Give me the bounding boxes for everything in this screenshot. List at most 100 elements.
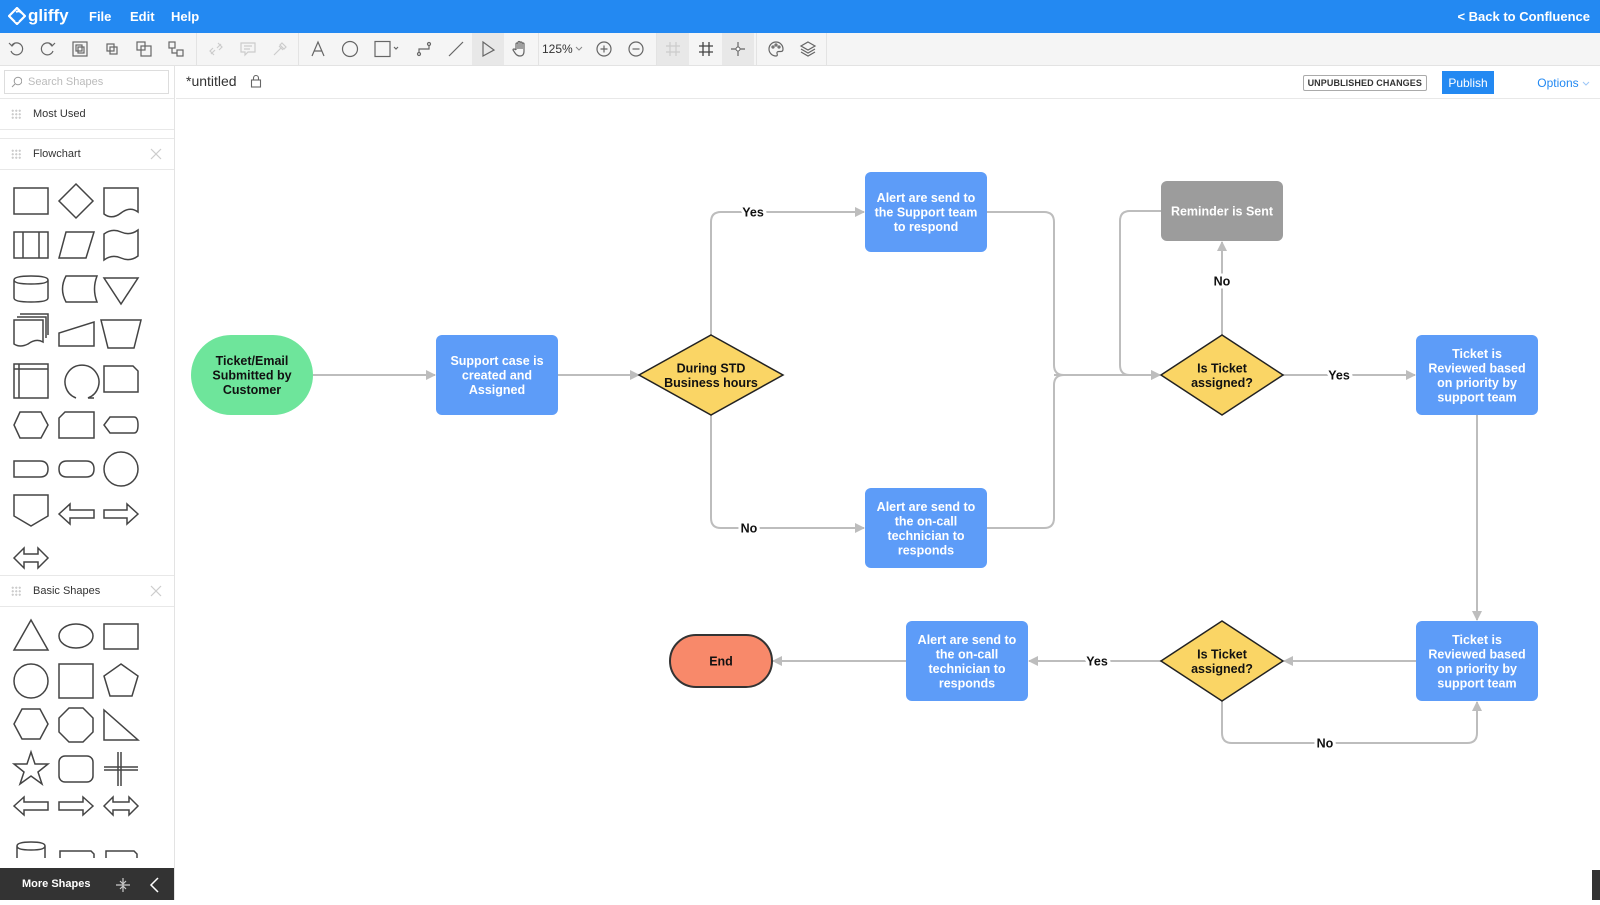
shape-cylinder[interactable]	[16, 841, 46, 858]
shape-triangle[interactable]	[12, 618, 50, 651]
comment-button[interactable]	[232, 33, 264, 65]
search-shapes-field[interactable]	[4, 70, 169, 94]
rectangle-tool-button[interactable]	[368, 33, 408, 65]
shape-multiple-documents[interactable]	[13, 313, 49, 347]
drag-handle-icon[interactable]	[11, 149, 21, 159]
options-menu[interactable]: Options	[1537, 76, 1590, 90]
group-button[interactable]	[64, 33, 96, 65]
back-to-confluence-link[interactable]: < Back to Confluence	[1457, 9, 1590, 24]
flowchart-diagram[interactable]: Yes No No Yes Yes No Ticket/EmailSubmitted by…	[176, 100, 1600, 900]
zoom-out-button[interactable]	[620, 33, 652, 65]
snap-to-grid-button[interactable]	[657, 33, 689, 65]
shape-sequential-data[interactable]	[64, 364, 100, 399]
show-grid-button[interactable]	[690, 33, 722, 65]
shape-rounded-rectangle[interactable]	[58, 755, 94, 783]
shape-decision[interactable]	[57, 182, 95, 220]
collapse-sidebar-icon[interactable]	[148, 876, 162, 894]
collapse-all-icon[interactable]	[114, 876, 132, 894]
shape-manual-input[interactable]	[58, 320, 95, 347]
edge-hours-yes[interactable]	[710, 207, 865, 335]
shape-pentagon[interactable]	[103, 663, 139, 697]
shape-right-arrow[interactable]	[103, 502, 140, 526]
undo-button[interactable]	[0, 33, 32, 65]
diagram-canvas[interactable]: Yes No No Yes Yes No Ticket/Email Submitted by…	[176, 100, 1600, 900]
send-backward-button[interactable]	[128, 33, 160, 65]
shape-partial[interactable]	[105, 850, 138, 858]
shape-left-arrow[interactable]	[57, 502, 95, 526]
zoom-level-select[interactable]: 125%	[542, 33, 583, 65]
eyedropper-button[interactable]	[264, 33, 296, 65]
drag-handle-icon[interactable]	[11, 586, 21, 596]
node-is-assigned-2[interactable]: Is Ticketassigned?	[1159, 620, 1285, 702]
section-flowchart[interactable]: Flowchart	[0, 138, 174, 170]
shape-display[interactable]	[103, 416, 139, 434]
canvas-scrollbar[interactable]	[1592, 870, 1600, 900]
layers-button[interactable]	[792, 33, 824, 65]
close-icon[interactable]	[149, 584, 163, 598]
shape-left-arrow[interactable]	[12, 795, 49, 817]
shape-hexagon[interactable]	[13, 708, 49, 740]
edge-reminder-loop[interactable]	[1119, 210, 1161, 380]
section-most-used[interactable]: Most Used	[0, 98, 174, 130]
search-shapes-input[interactable]	[28, 76, 168, 88]
node-alert-oncall-2[interactable]: Alert are send tothe on-calltechnician t…	[906, 621, 1028, 701]
node-reminder[interactable]: Reminder is Sent	[1161, 181, 1283, 241]
shape-manual-operation[interactable]	[100, 319, 142, 349]
drag-handle-icon[interactable]	[11, 109, 21, 119]
menu-edit[interactable]: Edit	[130, 9, 155, 24]
node-review-1[interactable]: Ticket isReviewed basedon priority bysup…	[1416, 335, 1538, 415]
text-tool-button[interactable]	[302, 33, 334, 65]
shape-square[interactable]	[58, 663, 94, 699]
shape-circle[interactable]	[13, 663, 49, 699]
shape-predefined-process[interactable]	[13, 231, 49, 259]
shape-database[interactable]	[13, 275, 49, 303]
redo-button[interactable]	[32, 33, 64, 65]
publish-button[interactable]: Publish	[1442, 71, 1494, 94]
shape-connector[interactable]	[103, 451, 139, 487]
gliffy-logo[interactable]: gliffy	[8, 6, 69, 26]
shape-octagon[interactable]	[58, 707, 94, 743]
close-icon[interactable]	[149, 147, 163, 161]
shape-document[interactable]	[103, 187, 139, 218]
node-support-case[interactable]: Support case iscreated andAssigned	[436, 335, 558, 415]
node-alert-oncall[interactable]: Alert are send tothe on-calltechnician t…	[865, 488, 987, 568]
connector-tool-button[interactable]	[408, 33, 440, 65]
zoom-in-button[interactable]	[588, 33, 620, 65]
link-button[interactable]	[200, 33, 232, 65]
shape-process[interactable]	[13, 187, 49, 215]
shape-ellipse[interactable]	[58, 623, 94, 649]
more-shapes-button[interactable]: More Shapes	[22, 878, 90, 890]
line-tool-button[interactable]	[440, 33, 472, 65]
shape-double-arrow[interactable]	[12, 546, 50, 570]
node-start[interactable]: Ticket/EmailSubmitted byCustomer	[191, 335, 313, 415]
snap-to-point-button[interactable]	[722, 33, 754, 65]
node-end[interactable]: End	[669, 634, 773, 688]
arrange-button[interactable]	[160, 33, 192, 65]
shape-off-page-connector[interactable]	[13, 494, 49, 527]
edge-assigned2-no[interactable]	[1221, 701, 1482, 744]
shape-merge[interactable]	[102, 277, 140, 306]
ellipse-tool-button[interactable]	[334, 33, 366, 65]
document-title[interactable]: *untitled	[186, 73, 237, 89]
shape-rectangle[interactable]	[103, 623, 139, 650]
shape-double-arrow[interactable]	[102, 795, 140, 817]
node-alert-support[interactable]: Alert are send tothe Support teamto resp…	[865, 172, 987, 252]
shape-right-triangle[interactable]	[103, 708, 140, 741]
theme-palette-button[interactable]	[760, 33, 792, 65]
shape-partial[interactable]	[59, 850, 95, 858]
shape-right-arrow[interactable]	[58, 795, 95, 817]
menu-help[interactable]: Help	[171, 9, 199, 24]
shape-star[interactable]	[11, 749, 51, 786]
menu-file[interactable]: File	[89, 9, 111, 24]
lock-icon[interactable]	[250, 74, 262, 88]
node-business-hours[interactable]: During STDBusiness hours	[637, 334, 785, 416]
shape-loop-limit[interactable]	[103, 365, 139, 393]
node-is-assigned-1[interactable]: Is Ticketassigned?	[1159, 334, 1285, 416]
pointer-tool-button[interactable]	[472, 33, 504, 65]
edge-hours-no[interactable]	[710, 415, 865, 533]
shape-data[interactable]	[58, 231, 96, 259]
edge-alert-support-merge[interactable]	[987, 211, 1065, 376]
section-basic-shapes[interactable]: Basic Shapes	[0, 575, 174, 607]
shape-tape[interactable]	[103, 228, 139, 262]
shape-delay[interactable]	[13, 460, 49, 478]
